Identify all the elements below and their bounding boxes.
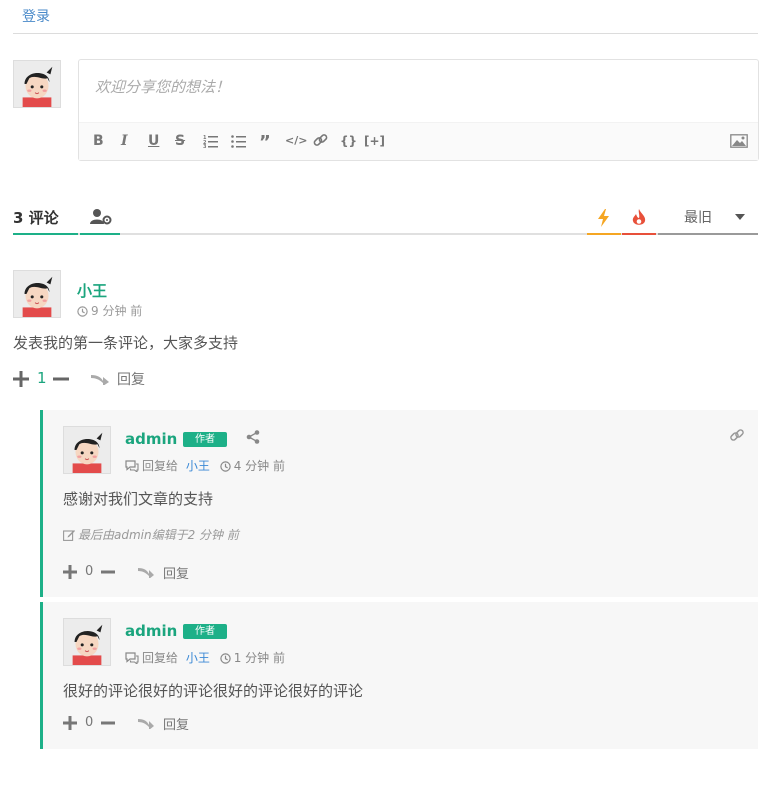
avatar[interactable] [63, 426, 111, 474]
reply-item: admin 作者 回复给 小王 4 分钟 前 感谢对我们文章的支持 最后由adm… [40, 410, 758, 597]
ordered-list-icon[interactable]: 123 [203, 134, 218, 148]
strikethrough-icon[interactable]: S [175, 133, 185, 149]
reply-arrow-icon[interactable] [138, 716, 154, 729]
comment-author[interactable]: 小王 [77, 280, 107, 301]
tab-comment-count-indicator [13, 233, 78, 235]
tab-participants[interactable] [80, 205, 120, 233]
reply-item: admin 作者 回复给 小王 1 分钟 前 很好的评论很好的评论很好的评论很好… [40, 602, 758, 749]
tab-comment-count[interactable]: 3 评论 [13, 207, 78, 228]
plus-icon[interactable] [63, 565, 77, 579]
quote-icon[interactable]: ” [259, 132, 271, 153]
comment-time-text: 9 分钟 前 [91, 304, 143, 318]
code-block-icon[interactable]: {} [340, 134, 357, 148]
image-icon[interactable] [730, 134, 748, 148]
header-divider [13, 33, 758, 34]
bolt-icon [598, 209, 609, 227]
edit-icon [63, 530, 75, 541]
bold-icon[interactable]: B [93, 133, 104, 149]
reply-actions: 0 回复 [63, 562, 263, 584]
avatar[interactable] [63, 618, 111, 666]
vote-count: 0 [85, 715, 94, 730]
reply-actions: 0 回复 [63, 713, 263, 735]
clock-icon [77, 306, 88, 317]
comment-time: 9 分钟 前 [77, 302, 142, 319]
link-icon[interactable] [730, 429, 744, 443]
login-link[interactable]: 登录 [22, 6, 50, 26]
reply-time: 1 分钟 前 [233, 651, 285, 665]
author-badge: 作者 [183, 624, 227, 639]
reply-body: 很好的评论很好的评论很好的评论很好的评论 [63, 682, 364, 700]
reply-to-label: 回复给 [142, 459, 179, 473]
clock-icon [219, 461, 231, 472]
editor-placeholder[interactable]: 欢迎分享您的想法！ [95, 76, 230, 97]
underline-icon[interactable]: U [148, 133, 159, 149]
minus-icon[interactable] [53, 371, 69, 387]
italic-icon[interactable]: I [121, 133, 128, 149]
vote-count: 1 [37, 369, 47, 387]
reply-button[interactable]: 回复 [163, 563, 189, 582]
reply-time: 4 分钟 前 [233, 459, 285, 473]
reply-author[interactable]: admin [125, 622, 177, 640]
chevron-down-icon [735, 214, 745, 220]
sort-hottest-toggle[interactable] [622, 205, 656, 233]
reply-author[interactable]: admin [125, 430, 177, 448]
sort-order-select[interactable]: 最旧 [658, 207, 758, 233]
users-settings-icon [90, 209, 112, 225]
clock-icon [219, 653, 231, 664]
current-user-avatar [13, 60, 61, 108]
reply-arrow-icon[interactable] [91, 371, 109, 385]
tab-participants-indicator [80, 233, 120, 235]
plus-icon[interactable] [13, 371, 29, 387]
avatar[interactable] [13, 270, 61, 318]
comment-body: 发表我的第一条评论，大家多支持 [13, 334, 239, 352]
editor-toolbar: B I U S 123 ” </> {} [+] [79, 122, 758, 160]
chat-icon [125, 460, 139, 472]
reply-button[interactable]: 回复 [163, 714, 189, 733]
comment-editor[interactable]: 欢迎分享您的想法！ B I U S 123 ” </> {} [+] [78, 59, 759, 161]
reply-to-label: 回复给 [142, 651, 179, 665]
bullet-list-icon[interactable] [231, 134, 246, 148]
sort-order-indicator [658, 233, 758, 235]
comment-actions: 1 回复 [13, 368, 213, 390]
plus-icon[interactable] [63, 716, 77, 730]
reply-to-name[interactable]: 小王 [186, 651, 210, 665]
link-insert-icon[interactable] [313, 133, 328, 148]
spoiler-icon[interactable]: [+] [364, 134, 385, 148]
vote-count: 0 [85, 564, 94, 579]
reply-meta: 回复给 小王 4 分钟 前 [125, 457, 285, 474]
sort-order-value: 最旧 [684, 210, 712, 226]
edited-note: 最后由admin编辑于2 分钟 前 [63, 526, 239, 543]
code-icon[interactable]: </> [285, 134, 307, 147]
sort-hottest-indicator [622, 233, 656, 235]
author-badge: 作者 [183, 432, 227, 447]
reply-button[interactable]: 回复 [117, 369, 145, 389]
minus-icon[interactable] [101, 716, 115, 730]
chat-icon [125, 652, 139, 664]
edited-note-text: 最后由admin编辑于2 分钟 前 [78, 528, 239, 542]
svg-text:3: 3 [203, 144, 207, 148]
minus-icon[interactable] [101, 565, 115, 579]
flame-icon [632, 209, 646, 225]
reply-arrow-icon[interactable] [138, 565, 154, 578]
reply-meta: 回复给 小王 1 分钟 前 [125, 649, 285, 666]
share-icon[interactable] [246, 430, 260, 444]
comments-tabs: 3 评论 最旧 [13, 203, 758, 235]
reply-to-name[interactable]: 小王 [186, 459, 210, 473]
sort-newest-toggle[interactable] [587, 205, 621, 233]
sort-newest-indicator [587, 233, 621, 235]
reply-body: 感谢对我们文章的支持 [63, 490, 214, 508]
